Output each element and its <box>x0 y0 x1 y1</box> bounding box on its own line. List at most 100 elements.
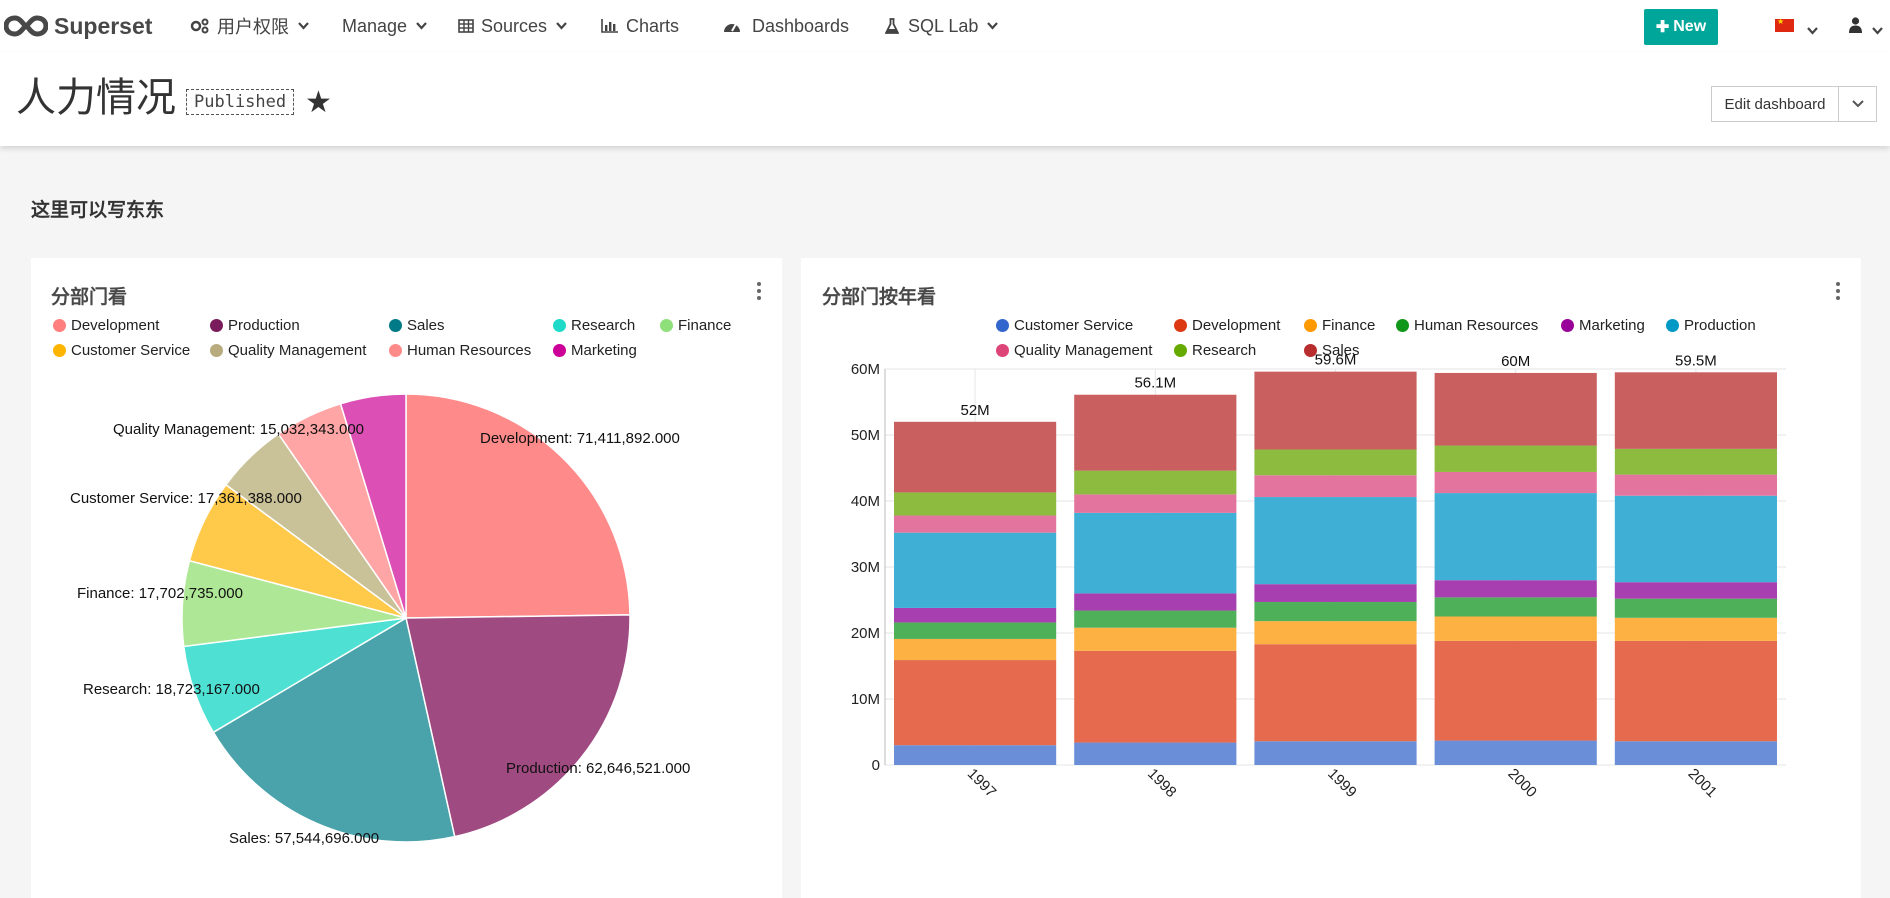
bar-segment[interactable] <box>1254 601 1417 622</box>
chevron-down-icon <box>987 22 999 30</box>
x-tick-label: 1999 <box>1324 765 1360 801</box>
user-icon[interactable] <box>1849 17 1862 38</box>
bar-segment[interactable] <box>894 638 1057 661</box>
nav-label: Charts <box>626 15 680 36</box>
y-tick-label: 30M <box>851 559 880 576</box>
bar-segment[interactable] <box>1434 471 1597 494</box>
pie-chart: Development: 71,411,892.000 Production: 6… <box>70 393 690 847</box>
bar-segment[interactable] <box>1614 598 1777 618</box>
markdown-text: 这里可以写东东 <box>31 200 165 221</box>
bar-segment[interactable] <box>1074 494 1237 513</box>
bar-segment[interactable] <box>1614 372 1777 449</box>
nav-menu-user-permissions[interactable]: 用户权限 <box>190 0 309 52</box>
dashboard-actions-dropdown[interactable] <box>1839 86 1877 122</box>
pie-slice-label: Production: 62,646,521.000 <box>506 760 690 777</box>
bar-total-label: 56.1M <box>1134 375 1176 392</box>
pie-slice-label: Customer Service: 17,361,388.000 <box>70 490 302 507</box>
nav-link-charts[interactable]: Charts <box>601 0 679 52</box>
bar-segment[interactable] <box>1254 371 1417 450</box>
nav-label: SQL Lab <box>908 15 979 36</box>
bar-segment[interactable] <box>1614 495 1777 583</box>
bar-segment[interactable] <box>1074 742 1237 765</box>
bar-segment[interactable] <box>1254 741 1417 765</box>
bar-segment[interactable] <box>894 622 1057 639</box>
dashboard-title[interactable]: 人力情况 <box>16 78 176 118</box>
chevron-down-icon <box>298 22 309 30</box>
y-tick-label: 10M <box>851 691 880 708</box>
pie-chart-card: 分部门看 Development Production Sales Resear… <box>31 258 782 898</box>
y-tick-label: 40M <box>851 493 880 510</box>
bar-segment[interactable] <box>1074 650 1237 743</box>
bar-segment[interactable] <box>894 421 1057 493</box>
bar-segment[interactable] <box>1074 512 1237 594</box>
edit-dashboard-button[interactable]: Edit dashboard <box>1711 86 1839 122</box>
bar-segment[interactable] <box>1614 448 1777 475</box>
bar-segment[interactable] <box>1434 597 1597 617</box>
bar-chart-icon <box>601 19 619 33</box>
stacked-bar-chart-card: 分部门按年看 Customer Service Development Fina… <box>801 258 1861 898</box>
bar-segment[interactable] <box>1074 394 1237 471</box>
bar-segment[interactable] <box>894 492 1057 516</box>
bar-segment[interactable] <box>894 660 1057 746</box>
flask-icon <box>885 18 899 34</box>
bar-segment[interactable] <box>894 745 1057 765</box>
bar-segment[interactable] <box>1254 584 1417 602</box>
bar-segment[interactable] <box>1434 493 1597 581</box>
pie-slice-label: Quality Management: 15,032,343.000 <box>113 421 364 438</box>
bar-segment[interactable] <box>1254 621 1417 645</box>
bar-segment[interactable] <box>1434 372 1597 446</box>
nav-menu-sql-lab[interactable]: SQL Lab <box>885 0 999 52</box>
superset-logo[interactable]: Superset <box>4 10 152 42</box>
infinity-logo-icon <box>4 15 48 37</box>
bar-segment[interactable] <box>1254 475 1417 498</box>
pie-slice-label: Finance: 17,702,735.000 <box>77 585 243 602</box>
bar-segment[interactable] <box>1614 617 1777 641</box>
x-tick-label: 1998 <box>1144 765 1180 801</box>
nav-label: Manage <box>342 15 408 36</box>
nav-label: Sources <box>481 15 548 36</box>
user-chevron-down-icon[interactable] <box>1872 22 1883 40</box>
y-tick-label: 0 <box>872 757 880 774</box>
x-tick-label: 2001 <box>1685 765 1721 801</box>
language-chevron-down-icon[interactable] <box>1807 22 1818 40</box>
nav-menu-manage[interactable]: Manage <box>342 0 427 52</box>
china-flag-icon[interactable] <box>1775 17 1794 32</box>
bar-segment[interactable] <box>1614 474 1777 496</box>
bar-segment[interactable] <box>1434 616 1597 641</box>
bar-total-label: 59.6M <box>1315 352 1357 369</box>
bar-segment[interactable] <box>1434 580 1597 598</box>
dashboard-gauge-icon <box>723 19 741 33</box>
bar-segment[interactable] <box>1434 445 1597 472</box>
bar-segment[interactable] <box>1614 640 1777 742</box>
bar-total-label: 59.5M <box>1675 352 1717 369</box>
bar-segment[interactable] <box>894 607 1057 623</box>
bar-segment[interactable] <box>1074 593 1237 611</box>
nav-menu-sources[interactable]: Sources <box>458 0 567 52</box>
bar-total-label: 52M <box>961 402 990 419</box>
gears-icon <box>190 18 210 34</box>
new-button[interactable]: ✚ New <box>1644 9 1718 45</box>
bar-segment[interactable] <box>1074 470 1237 495</box>
bar-segment[interactable] <box>1254 644 1417 742</box>
table-icon <box>458 19 474 33</box>
x-tick-label: 1997 <box>964 765 1000 801</box>
bar-segment[interactable] <box>894 515 1057 533</box>
favorite-star-icon[interactable]: ★ <box>305 85 332 120</box>
top-navbar: Superset 用户权限 Manage Sources Charts Dash… <box>0 0 1890 52</box>
bar-segment[interactable] <box>1254 449 1417 476</box>
dashboard-header: 人力情况 Published ★ Edit dashboard <box>0 52 1890 146</box>
published-status-badge[interactable]: Published <box>186 89 295 115</box>
pie-slice[interactable] <box>405 393 631 619</box>
pie-slice-label: Sales: 57,544,696.000 <box>229 830 379 847</box>
chevron-down-icon <box>556 22 567 30</box>
bar-segment[interactable] <box>1074 627 1237 651</box>
bar-segment[interactable] <box>1434 740 1597 765</box>
bar-segment[interactable] <box>1614 741 1777 765</box>
nav-link-dashboards[interactable]: Dashboards <box>723 0 849 52</box>
bar-segment[interactable] <box>1254 497 1417 585</box>
bar-segment[interactable] <box>1074 610 1237 628</box>
bar-segment[interactable] <box>1614 582 1777 599</box>
chevron-down-icon <box>416 22 427 30</box>
bar-segment[interactable] <box>894 532 1057 608</box>
bar-segment[interactable] <box>1434 640 1597 741</box>
